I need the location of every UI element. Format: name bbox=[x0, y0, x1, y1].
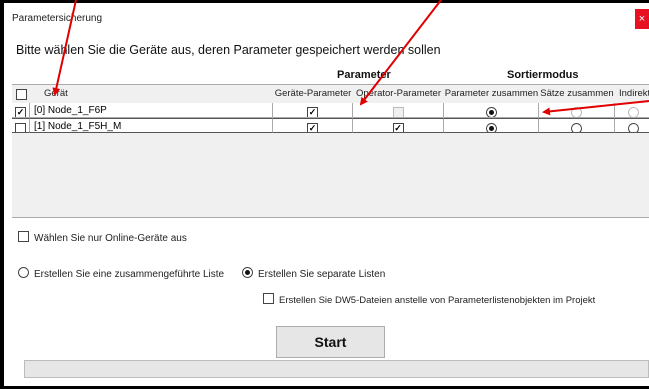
parameter-zusammen-radio[interactable] bbox=[485, 107, 497, 117]
separate-lists-option[interactable]: Erstellen Sie separate Listen bbox=[242, 267, 385, 280]
operator-parameter-cell bbox=[353, 103, 444, 118]
saetze-zusammen-radio[interactable] bbox=[571, 123, 582, 132]
column-header-geraet[interactable]: Gerät bbox=[30, 85, 273, 102]
table-row[interactable]: [1] Node_1_F5H_M ✓ ✓ bbox=[12, 118, 649, 133]
geraete-parameter-checkbox[interactable]: ✓ bbox=[307, 123, 318, 132]
row-select-checkbox[interactable]: ✓ bbox=[15, 107, 26, 117]
parameter-zusammen-cell bbox=[444, 118, 539, 133]
start-button[interactable]: Start bbox=[276, 326, 385, 358]
row-select-checkbox[interactable] bbox=[15, 123, 26, 132]
row-select-cell bbox=[12, 118, 30, 133]
geraete-parameter-cell: ✓ bbox=[273, 118, 353, 133]
geraete-parameter-checkbox[interactable]: ✓ bbox=[307, 107, 318, 117]
column-header-indirekt[interactable]: Indirekt bbox=[615, 85, 649, 102]
progress-bar bbox=[24, 360, 649, 378]
column-header-geraete-parameter[interactable]: Geräte-Parameter bbox=[273, 85, 353, 102]
indirekt-radio[interactable] bbox=[628, 107, 639, 117]
column-header-parameter-zusammen[interactable]: Parameter zusammen bbox=[444, 85, 539, 102]
row-select-cell: ✓ bbox=[12, 103, 30, 118]
dw5-option[interactable]: Erstellen Sie DW5-Dateien anstelle von P… bbox=[263, 293, 595, 306]
geraete-parameter-cell: ✓ bbox=[273, 103, 353, 118]
combined-list-label: Erstellen Sie eine zusammengeführte List… bbox=[34, 269, 225, 280]
title-bar: Parametersicherung × bbox=[4, 3, 649, 29]
combined-list-radio[interactable] bbox=[18, 267, 29, 278]
column-header-operator-parameter[interactable]: Operator-Parameter bbox=[353, 85, 444, 102]
separate-lists-radio[interactable] bbox=[242, 267, 253, 278]
parameter-zusammen-cell bbox=[444, 103, 539, 118]
indirekt-cell bbox=[615, 118, 649, 133]
parameter-backup-dialog: Parametersicherung × Bitte wählen Sie di… bbox=[4, 3, 649, 386]
saetze-zusammen-cell bbox=[539, 103, 615, 118]
group-header-parameter: Parameter bbox=[337, 69, 391, 81]
select-all-checkbox[interactable] bbox=[15, 88, 27, 100]
online-only-option[interactable]: Wählen Sie nur Online-Geräte aus bbox=[18, 231, 187, 244]
saetze-zusammen-radio[interactable] bbox=[571, 107, 582, 117]
column-header-saetze-zusammen[interactable]: Sätze zusammen bbox=[539, 85, 615, 102]
close-button[interactable]: × bbox=[635, 9, 649, 29]
window-title: Parametersicherung bbox=[12, 13, 103, 24]
indirekt-radio[interactable] bbox=[628, 123, 639, 132]
group-header-sortiermodus: Sortiermodus bbox=[507, 69, 579, 81]
select-all-cell bbox=[12, 85, 30, 102]
online-only-checkbox[interactable] bbox=[18, 231, 29, 242]
separate-lists-label: Erstellen Sie separate Listen bbox=[258, 269, 386, 280]
operator-parameter-cell: ✓ bbox=[353, 118, 444, 133]
device-name: [0] Node_1_F6P bbox=[30, 103, 273, 118]
operator-parameter-checkbox[interactable]: ✓ bbox=[392, 123, 404, 132]
instruction-text: Bitte wählen Sie die Geräte aus, deren P… bbox=[16, 43, 441, 57]
device-grid: Gerät Geräte-Parameter Operator-Paramete… bbox=[12, 84, 649, 218]
indirekt-cell bbox=[615, 103, 649, 118]
dw5-label: Erstellen Sie DW5-Dateien anstelle von P… bbox=[279, 295, 596, 306]
device-name: [1] Node_1_F5H_M bbox=[30, 118, 273, 133]
online-only-label: Wählen Sie nur Online-Geräte aus bbox=[34, 233, 187, 244]
parameter-zusammen-radio[interactable] bbox=[485, 123, 497, 132]
saetze-zusammen-cell bbox=[539, 118, 615, 133]
dw5-checkbox[interactable] bbox=[263, 293, 274, 304]
combined-list-option[interactable]: Erstellen Sie eine zusammengeführte List… bbox=[18, 267, 224, 280]
operator-parameter-checkbox[interactable] bbox=[392, 107, 404, 117]
table-row[interactable]: ✓ [0] Node_1_F6P ✓ bbox=[12, 103, 649, 118]
